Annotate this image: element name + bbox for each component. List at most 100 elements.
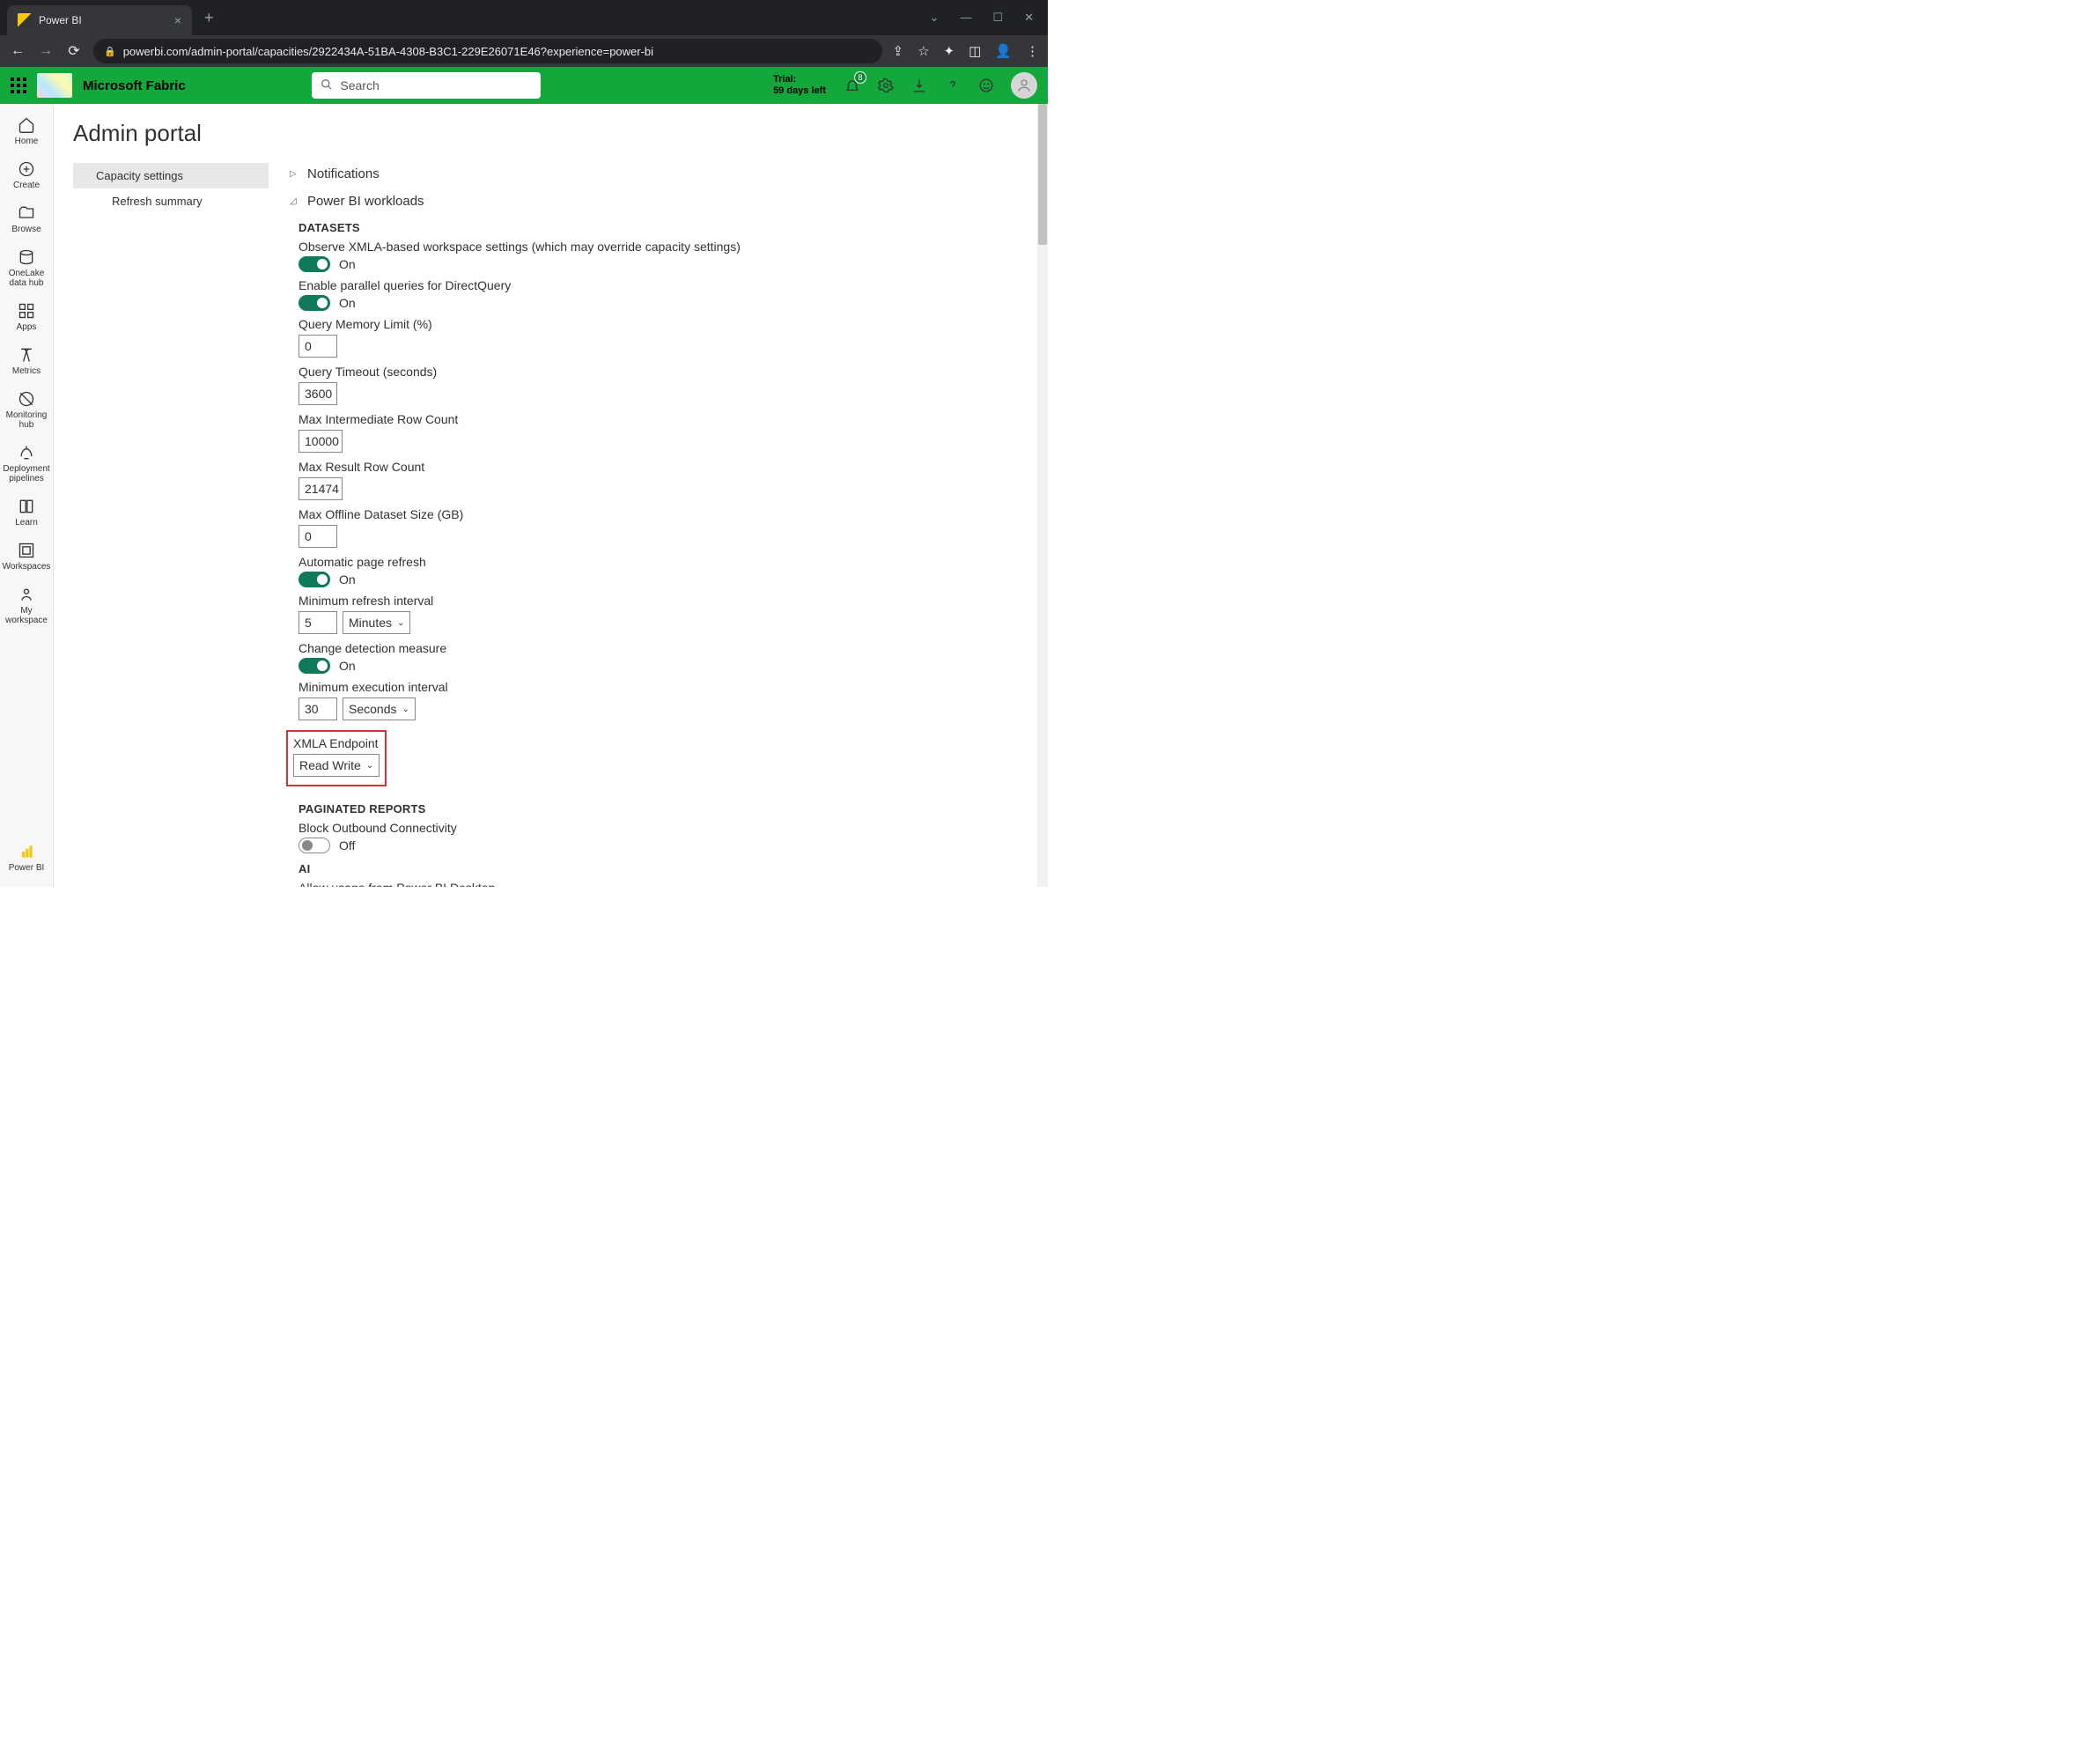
nav-refresh-summary[interactable]: Refresh summary <box>73 188 269 214</box>
rail-home[interactable]: Home <box>0 109 53 153</box>
app-body: Home Create Browse OneLake data hub Apps… <box>0 104 1048 887</box>
chevron-down-icon[interactable]: ⌄ <box>930 11 940 25</box>
rail-powerbi[interactable]: Power BI <box>0 836 53 880</box>
nav-capacity-settings[interactable]: Capacity settings <box>73 163 269 188</box>
query-timeout-input[interactable]: 3600 <box>299 382 337 405</box>
rail-create[interactable]: Create <box>0 153 53 197</box>
download-icon[interactable] <box>910 77 928 94</box>
parallel-dq-label: Enable parallel queries for DirectQuery <box>299 278 1028 292</box>
rail-apps[interactable]: Apps <box>0 295 53 339</box>
query-mem-input[interactable]: 0 <box>299 335 337 358</box>
max-inter-row-input[interactable]: 10000 <box>299 430 343 453</box>
observe-xmla-state: On <box>339 257 356 271</box>
window-controls: ⌄ ― ☐ ✕ <box>930 11 1048 25</box>
profile-icon[interactable]: 👤 <box>995 43 1012 59</box>
close-window-icon[interactable]: ✕ <box>1024 11 1034 25</box>
back-button[interactable]: ← <box>9 43 26 59</box>
rail-metrics[interactable]: Metrics <box>0 339 53 383</box>
min-exec-value[interactable]: 30 <box>299 697 337 720</box>
reload-button[interactable]: ⟳ <box>65 42 83 60</box>
min-refresh-value[interactable]: 5 <box>299 611 337 634</box>
url-text: powerbi.com/admin-portal/capacities/2922… <box>123 45 653 58</box>
max-result-row-input[interactable]: 21474 <box>299 477 343 500</box>
browser-tab[interactable]: Power BI × <box>7 5 192 35</box>
parallel-dq-toggle[interactable] <box>299 295 330 311</box>
search-placeholder: Search <box>340 78 379 92</box>
app-launcher-icon[interactable] <box>11 77 26 93</box>
datasets-heading: DATASETS <box>299 221 1028 234</box>
extensions-icon[interactable]: ✦ <box>944 43 955 59</box>
browser-action-icons: ⇪ ☆ ✦ ◫ 👤 ⋮ <box>893 43 1039 59</box>
min-refresh-unit-select[interactable]: Minutes ⌄ <box>343 611 410 634</box>
section-notifications[interactable]: ▷ Notifications <box>290 163 1028 185</box>
query-timeout-label: Query Timeout (seconds) <box>299 365 1028 379</box>
observe-xmla-toggle[interactable] <box>299 256 330 272</box>
section-workloads[interactable]: ◿ Power BI workloads <box>290 190 1028 212</box>
search-input[interactable]: Search <box>312 72 541 99</box>
rail-onelake[interactable]: OneLake data hub <box>0 241 53 295</box>
min-exec-unit-select[interactable]: Seconds ⌄ <box>343 697 416 720</box>
allow-desktop-label: Allow usage from Power BI Desktop <box>299 881 1028 887</box>
chevron-down-icon: ⌄ <box>402 705 409 714</box>
max-result-row-label: Max Result Row Count <box>299 460 1028 474</box>
browser-titlebar: Power BI × + ⌄ ― ☐ ✕ <box>0 0 1048 35</box>
min-exec-label: Minimum execution interval <box>299 680 1028 694</box>
collapse-icon: ◿ <box>290 196 299 206</box>
max-offline-label: Max Offline Dataset Size (GB) <box>299 507 1028 521</box>
auto-refresh-label: Automatic page refresh <box>299 555 1028 569</box>
xmla-highlight: XMLA Endpoint Read Write ⌄ <box>286 730 387 786</box>
new-tab-button[interactable]: + <box>204 9 214 27</box>
fabric-logo <box>37 73 72 98</box>
brand-name: Microsoft Fabric <box>83 78 186 93</box>
page-area: Admin portal Capacity settings Refresh s… <box>54 104 1048 887</box>
minimize-icon[interactable]: ― <box>960 11 971 25</box>
rail-my-workspace[interactable]: My workspace <box>0 579 53 632</box>
max-offline-input[interactable]: 0 <box>299 525 337 548</box>
fabric-header: Microsoft Fabric Search Trial: 59 days l… <box>0 67 1048 104</box>
help-icon[interactable] <box>944 77 962 94</box>
settings-icon[interactable] <box>877 77 895 94</box>
notifications-icon[interactable]: 8 <box>844 77 861 94</box>
block-outbound-label: Block Outbound Connectivity <box>299 821 1028 835</box>
notification-badge: 8 <box>854 71 866 84</box>
rail-browse[interactable]: Browse <box>0 197 53 241</box>
change-detect-label: Change detection measure <box>299 641 1028 655</box>
observe-xmla-label: Observe XMLA-based workspace settings (w… <box>299 240 1028 254</box>
block-outbound-toggle[interactable] <box>299 838 330 853</box>
user-avatar[interactable] <box>1011 72 1037 99</box>
search-icon <box>321 78 333 93</box>
url-input[interactable]: 🔒 powerbi.com/admin-portal/capacities/29… <box>93 39 882 63</box>
ai-heading: AI <box>299 862 1028 875</box>
chevron-down-icon: ⌄ <box>397 618 404 628</box>
tab-close-icon[interactable]: × <box>174 13 181 27</box>
admin-side-nav: Capacity settings Refresh summary <box>73 163 269 887</box>
scrollbar-thumb[interactable] <box>1038 104 1047 245</box>
auto-refresh-toggle[interactable] <box>299 572 330 587</box>
forward-button[interactable]: → <box>37 43 55 59</box>
browser-menu-icon[interactable]: ⋮ <box>1026 43 1039 59</box>
query-mem-label: Query Memory Limit (%) <box>299 317 1028 331</box>
lock-icon: 🔒 <box>104 46 116 57</box>
settings-panel: ▷ Notifications ◿ Power BI workloads DAT… <box>290 163 1028 887</box>
min-refresh-label: Minimum refresh interval <box>299 594 1028 608</box>
scrollbar[interactable] <box>1037 104 1048 887</box>
xmla-endpoint-select[interactable]: Read Write ⌄ <box>293 754 380 777</box>
bookmark-icon[interactable]: ☆ <box>918 43 929 59</box>
expand-icon: ▷ <box>290 169 299 179</box>
rail-workspaces[interactable]: Workspaces <box>0 535 53 579</box>
rail-learn[interactable]: Learn <box>0 491 53 535</box>
rail-monitoring[interactable]: Monitoring hub <box>0 383 53 437</box>
share-icon[interactable]: ⇪ <box>893 43 904 59</box>
paginated-heading: PAGINATED REPORTS <box>299 802 1028 816</box>
rail-deployment[interactable]: Deployment pipelines <box>0 437 53 491</box>
chevron-down-icon: ⌄ <box>366 761 373 771</box>
header-icons: 8 <box>844 72 1037 99</box>
powerbi-favicon <box>18 13 32 27</box>
change-detect-toggle[interactable] <box>299 658 330 674</box>
tab-title: Power BI <box>39 14 82 26</box>
maximize-icon[interactable]: ☐ <box>992 11 1003 25</box>
xmla-endpoint-label: XMLA Endpoint <box>293 736 380 750</box>
left-nav-rail: Home Create Browse OneLake data hub Apps… <box>0 104 54 887</box>
side-panel-icon[interactable]: ◫ <box>969 43 981 59</box>
feedback-icon[interactable] <box>977 77 995 94</box>
